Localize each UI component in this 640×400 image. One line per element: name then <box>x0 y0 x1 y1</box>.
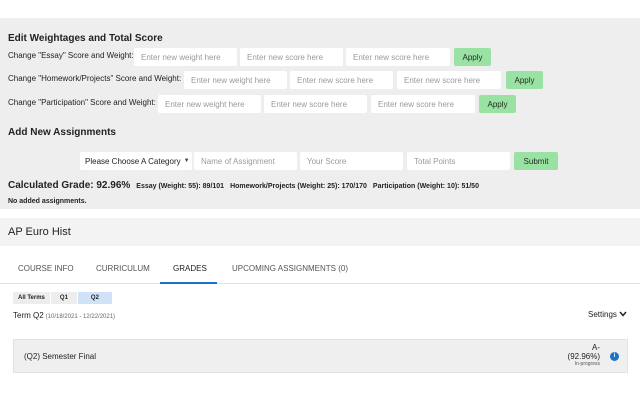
assignment-total-input[interactable] <box>407 152 510 170</box>
assignment-score-input[interactable] <box>300 152 403 170</box>
category-select-value: Please Choose A Category <box>85 156 181 166</box>
essay-score-input[interactable] <box>240 48 343 66</box>
course-header <box>0 218 640 246</box>
category-select[interactable]: Please Choose A Category ▼ <box>80 152 192 170</box>
homework-summary: Homework/Projects (Weight: 25): 170/170 <box>230 183 367 190</box>
homework-weight-label: Change "Homework/Projects" Score and Wei… <box>8 74 182 83</box>
active-tab-indicator <box>160 282 217 284</box>
semester-final-row[interactable]: (Q2) Semester Final A- (92.96%) In-progr… <box>13 339 628 373</box>
final-letter-grade: A- <box>592 343 600 352</box>
homework-apply-button[interactable]: Apply <box>506 71 543 89</box>
term-info: Term Q2 (10/18/2021 - 12/22/2021) <box>13 311 115 320</box>
term-filter: All Terms Q1 Q2 <box>13 292 113 304</box>
participation-apply-button[interactable]: Apply <box>479 95 516 113</box>
participation-weight-label: Change "Participation" Score and Weight: <box>8 98 156 107</box>
info-icon[interactable]: i <box>610 352 619 361</box>
assignments-title: Add New Assignments <box>8 127 116 138</box>
grade-summary: Calculated Grade: 92.96% Essay (Weight: 5… <box>8 180 479 191</box>
submit-button[interactable]: Submit <box>514 152 558 170</box>
participation-weight-input[interactable] <box>158 95 261 113</box>
course-title: AP Euro Hist <box>8 226 71 238</box>
essay-weight-label: Change "Essay" Score and Weight: <box>8 51 134 60</box>
participation-score-input[interactable] <box>264 95 367 113</box>
tab-grades[interactable]: GRADES <box>173 264 207 273</box>
essay-summary: Essay (Weight: 55): 89/101 <box>136 183 225 190</box>
tab-upcoming-assignments[interactable]: UPCOMING ASSIGNMENTS (0) <box>232 264 348 273</box>
final-status: In-progress <box>574 361 600 367</box>
tab-curriculum[interactable]: CURRICULUM <box>96 264 150 273</box>
chevron-down-icon <box>619 310 627 319</box>
participation-total-input[interactable] <box>371 95 475 113</box>
tab-course-info[interactable]: COURSE INFO <box>18 264 74 273</box>
final-grade: A- (92.96%) In-progress <box>568 343 600 368</box>
participation-summary: Participation (Weight: 10): 51/50 <box>372 183 479 190</box>
calculated-grade: Calculated Grade: 92.96% <box>8 180 131 191</box>
top-strip <box>0 0 640 18</box>
chevron-down-icon: ▼ <box>183 158 190 164</box>
settings-label: Settings <box>588 310 617 319</box>
term-filter-all[interactable]: All Terms <box>13 292 50 304</box>
term-label: Term Q2 <box>13 311 44 320</box>
final-percent: (92.96%) <box>567 352 600 361</box>
term-dates: (10/18/2021 - 12/22/2021) <box>45 314 116 320</box>
semester-final-label: (Q2) Semester Final <box>24 352 97 361</box>
weights-title: Edit Weightages and Total Score <box>8 33 163 44</box>
settings-button[interactable]: Settings <box>588 310 627 319</box>
essay-weight-input[interactable] <box>134 48 237 66</box>
term-filter-q2[interactable]: Q2 <box>77 292 112 304</box>
term-filter-q1[interactable]: Q1 <box>50 292 77 304</box>
no-added-assignments: No added assignments. <box>8 198 87 205</box>
assignment-name-input[interactable] <box>194 152 297 170</box>
essay-total-input[interactable] <box>346 48 450 66</box>
essay-apply-button[interactable]: Apply <box>454 48 491 66</box>
homework-weight-input[interactable] <box>184 71 287 89</box>
homework-score-input[interactable] <box>290 71 393 89</box>
homework-total-input[interactable] <box>397 71 501 89</box>
